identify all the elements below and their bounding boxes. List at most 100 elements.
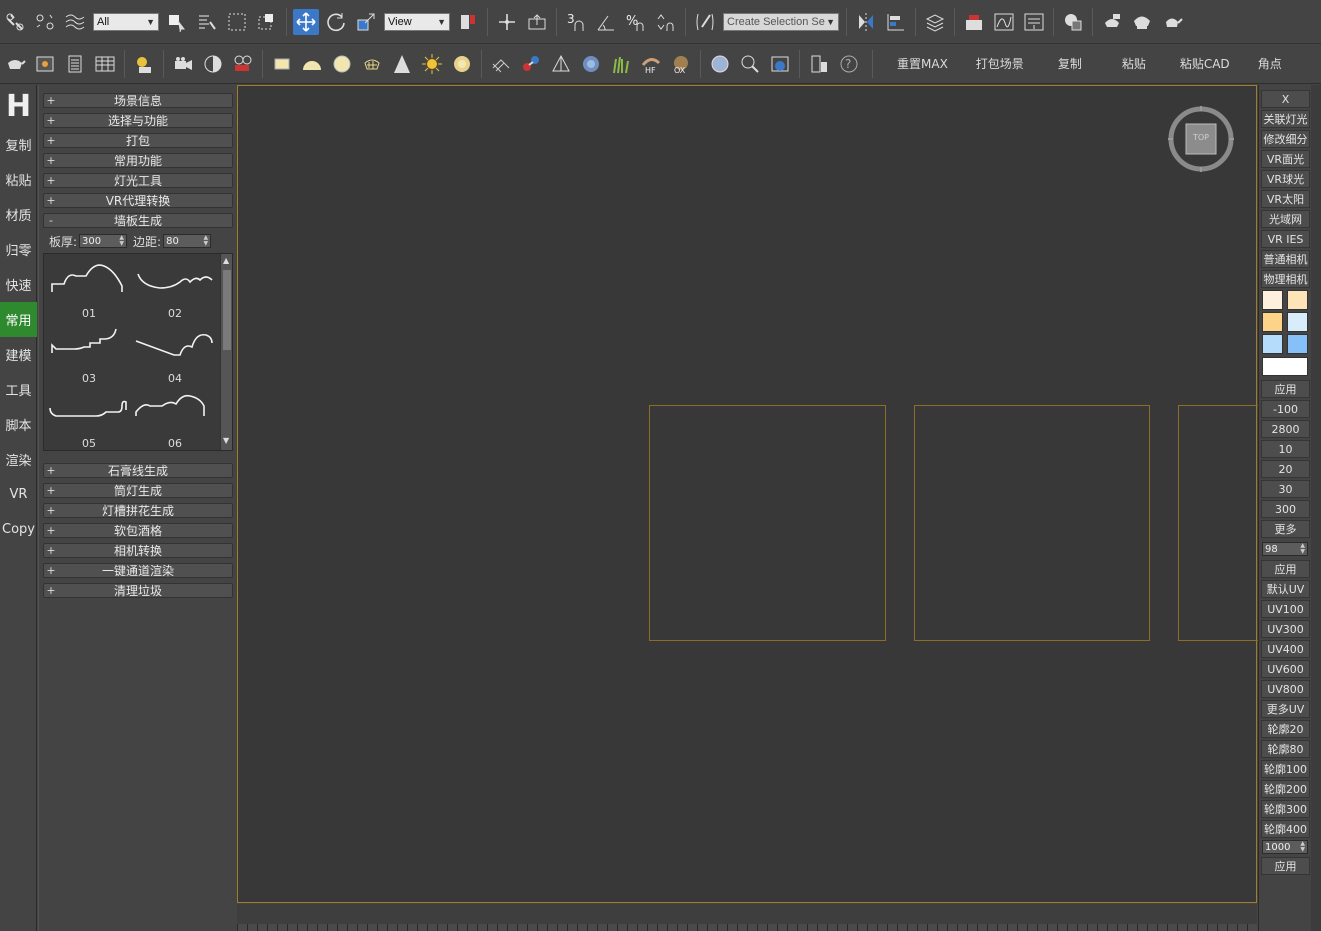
rollout-light-tools[interactable]: + 灯光工具 <box>43 173 233 188</box>
outline20-button[interactable]: 轮廓20 <box>1261 720 1310 738</box>
named-selection-input[interactable]: Create Selection Se ▼ <box>723 12 839 31</box>
hair-icon[interactable]: HF <box>638 51 664 77</box>
percent-snap-icon[interactable]: % <box>623 9 649 35</box>
value-button-2800[interactable]: 2800 <box>1261 420 1310 438</box>
value-button-20[interactable]: 20 <box>1261 460 1310 478</box>
tab-tools[interactable]: 工具 <box>0 372 37 407</box>
viewport-top[interactable]: TOP <box>237 85 1268 903</box>
scene-object-rect-3[interactable] <box>1178 405 1268 641</box>
sphere-icon[interactable] <box>707 51 733 77</box>
list-panel-icon[interactable] <box>62 51 88 77</box>
outline100-button[interactable]: 轮廓100 <box>1261 760 1310 778</box>
tab-modeling[interactable]: 建模 <box>0 337 37 372</box>
snap-3d-icon[interactable]: 3 <box>563 9 589 35</box>
render-setup-icon[interactable] <box>1099 9 1125 35</box>
rect-selection-icon[interactable] <box>224 9 250 35</box>
apply-value-button[interactable]: 应用 <box>1261 560 1310 578</box>
uv300-button[interactable]: UV300 <box>1261 620 1310 638</box>
scroll-down-icon[interactable]: ▼ <box>223 436 229 445</box>
value-spinner[interactable]: 98 ▲ ▼ <box>1262 542 1308 556</box>
proxy-icon[interactable] <box>488 51 514 77</box>
teapot-icon[interactable] <box>2 51 28 77</box>
copy-button[interactable]: 复制 <box>1038 55 1102 72</box>
pack-scene-button[interactable]: 打包场景 <box>962 55 1038 72</box>
vr-plane-light-button[interactable]: VR面光 <box>1261 150 1310 168</box>
grass-icon[interactable] <box>608 51 634 77</box>
tab-copy-cn[interactable]: 复制 <box>0 127 37 162</box>
ies-light-icon[interactable] <box>389 51 415 77</box>
vr-sun-button[interactable]: VR太阳 <box>1261 190 1310 208</box>
profile-thumb-02[interactable]: 02 <box>134 260 216 322</box>
apply-color-button[interactable]: 应用 <box>1261 380 1310 398</box>
color-swatch-6[interactable] <box>1287 334 1308 354</box>
close-panel-button[interactable]: X <box>1261 90 1310 108</box>
fur-icon[interactable] <box>578 51 604 77</box>
curve-editor-icon[interactable] <box>991 9 1017 35</box>
scale-icon[interactable] <box>353 9 379 35</box>
move-icon[interactable] <box>293 8 319 35</box>
scrollbar-thumb[interactable] <box>223 270 231 350</box>
value-button-30[interactable]: 30 <box>1261 480 1310 498</box>
more-uv-button[interactable]: 更多UV <box>1261 700 1310 718</box>
molecule-icon[interactable] <box>518 51 544 77</box>
tab-material[interactable]: 材质 <box>0 197 37 232</box>
edit-named-selection-icon[interactable] <box>692 9 718 35</box>
margin-spinner[interactable]: 80 ▲ ▼ <box>163 234 212 248</box>
vr-render-icon[interactable] <box>767 51 793 77</box>
dome-light-icon[interactable] <box>299 51 325 77</box>
profile-thumb-01[interactable]: 01 <box>48 260 130 322</box>
scroll-up-icon[interactable]: ▲ <box>223 256 229 265</box>
tab-paste[interactable]: 粘贴 <box>0 162 37 197</box>
bind-spacewarp-icon[interactable] <box>62 9 88 35</box>
rollout-downlight[interactable]: + 筒灯生成 <box>43 483 233 498</box>
rollout-light-trough[interactable]: + 灯槽拼花生成 <box>43 503 233 518</box>
rollout-cleanup[interactable]: + 清理垃圾 <box>43 583 233 598</box>
color-swatch-white[interactable] <box>1262 357 1308 376</box>
rollout-camera-convert[interactable]: + 相机转换 <box>43 543 233 558</box>
value-button-300[interactable]: 300 <box>1261 500 1310 518</box>
rollout-common-functions[interactable]: + 常用功能 <box>43 153 233 168</box>
uv600-button[interactable]: UV600 <box>1261 660 1310 678</box>
layer-manager-icon[interactable] <box>922 9 948 35</box>
scene-explorer-icon[interactable] <box>961 9 987 35</box>
sun-icon[interactable] <box>419 51 445 77</box>
sphere-light-icon[interactable] <box>329 51 355 77</box>
reset-max-button[interactable]: 重置MAX <box>883 55 962 72</box>
thickness-spinner[interactable]: 300 ▲ ▼ <box>79 234 128 248</box>
vr-ies-button[interactable]: VR IES <box>1261 230 1310 248</box>
outline-spinner[interactable]: 1000 ▲ ▼ <box>1262 840 1308 854</box>
photometric-button[interactable]: 光域网 <box>1261 210 1310 228</box>
selection-filter-dropdown[interactable]: All ▼ <box>93 12 159 31</box>
scene-object-rect-2[interactable] <box>914 405 1150 641</box>
apply-outline-button[interactable]: 应用 <box>1261 857 1310 875</box>
image-viewer-icon[interactable] <box>32 51 58 77</box>
outline300-button[interactable]: 轮廓300 <box>1261 800 1310 818</box>
spinner-snap-icon[interactable] <box>653 9 679 35</box>
tab-copy-en[interactable]: Copy <box>0 512 37 547</box>
value-button-10[interactable]: 10 <box>1261 440 1310 458</box>
scene-object-rect-1[interactable] <box>649 405 886 641</box>
color-swatch-5[interactable] <box>1262 334 1283 354</box>
rollout-channel-render[interactable]: + 一键通道渲染 <box>43 563 233 578</box>
tab-quick[interactable]: 快速 <box>0 267 37 302</box>
help-icon[interactable]: ? <box>836 51 862 77</box>
rollout-select-function[interactable]: + 选择与功能 <box>43 113 233 128</box>
outline400-button[interactable]: 轮廓400 <box>1261 820 1310 838</box>
color-swatch-4[interactable] <box>1287 312 1308 332</box>
mirror-icon[interactable] <box>853 9 879 35</box>
rollout-pack[interactable]: + 打包 <box>43 133 233 148</box>
plane-light-icon[interactable] <box>269 51 295 77</box>
paste-cad-button[interactable]: 粘贴CAD <box>1166 55 1244 72</box>
profile-thumb-05[interactable]: 05 <box>48 390 130 450</box>
window-crossing-icon[interactable] <box>254 9 280 35</box>
camera-icon[interactable] <box>170 51 196 77</box>
standard-camera-button[interactable]: 普通相机 <box>1261 250 1310 268</box>
link-icon[interactable] <box>2 9 28 35</box>
align-icon[interactable] <box>883 9 909 35</box>
rollout-plaster-line[interactable]: + 石膏线生成 <box>43 463 233 478</box>
half-sphere-icon[interactable] <box>200 51 226 77</box>
rendered-frame-icon[interactable] <box>1129 9 1155 35</box>
uv100-button[interactable]: UV100 <box>1261 600 1310 618</box>
tab-scripts[interactable]: 脚本 <box>0 407 37 442</box>
color-swatch-2[interactable] <box>1287 290 1308 310</box>
